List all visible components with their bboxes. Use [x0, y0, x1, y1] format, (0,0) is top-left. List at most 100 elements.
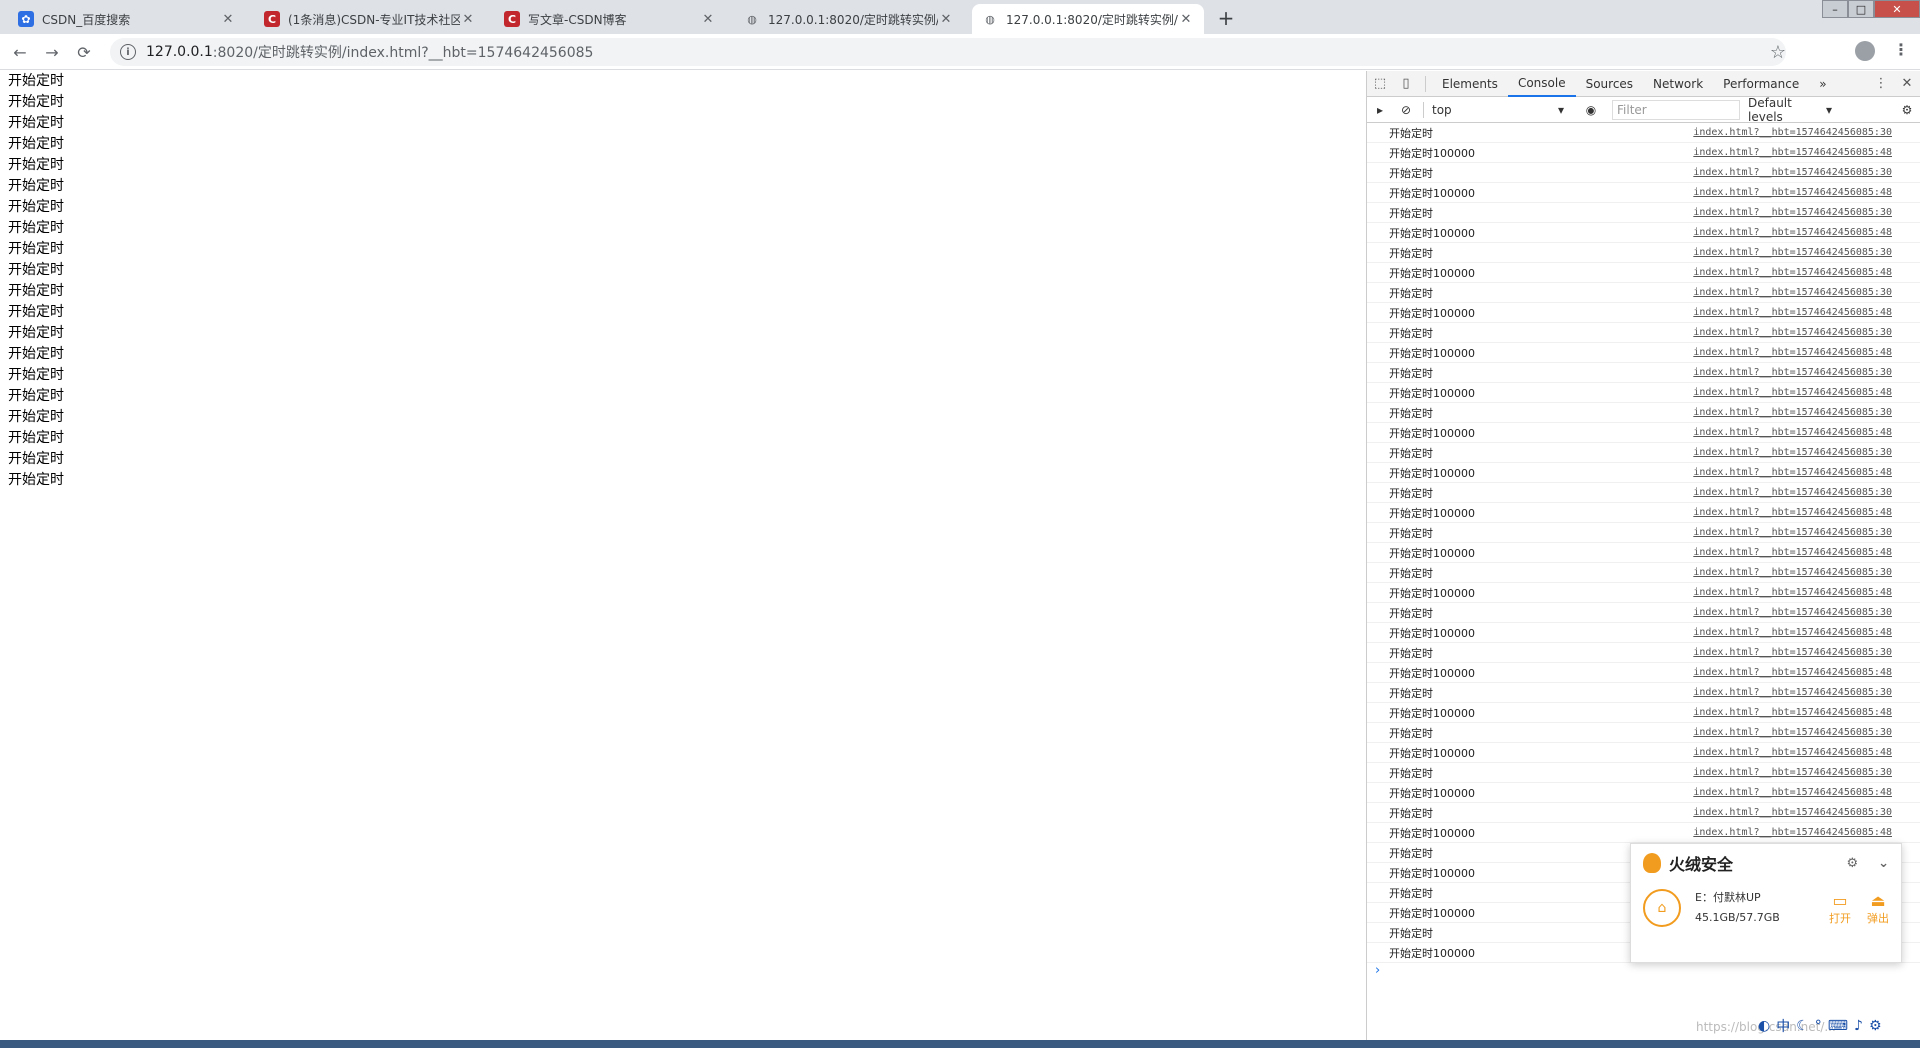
sidebar-toggle-icon[interactable]: ▸ — [1367, 103, 1393, 117]
console-source-link[interactable]: index.html?__hbt=1574642456085:30 — [1693, 367, 1892, 378]
console-source-link[interactable]: index.html?__hbt=1574642456085:48 — [1693, 467, 1892, 478]
console-source-link[interactable]: index.html?__hbt=1574642456085:48 — [1693, 627, 1892, 638]
console-settings-icon[interactable]: ⚙ — [1894, 103, 1920, 117]
console-source-link[interactable]: index.html?__hbt=1574642456085:48 — [1693, 787, 1892, 798]
console-source-link[interactable]: index.html?__hbt=1574642456085:30 — [1693, 247, 1892, 258]
browser-tab[interactable]: C 写文章-CSDN博客 ✕ — [494, 4, 726, 34]
console-source-link[interactable]: index.html?__hbt=1574642456085:30 — [1693, 407, 1892, 418]
console-source-link[interactable]: index.html?__hbt=1574642456085:48 — [1693, 267, 1892, 278]
profile-avatar[interactable] — [1855, 41, 1875, 61]
moon-icon[interactable]: ☾ — [1796, 1018, 1809, 1034]
console-message-text: 开始定时100000 — [1389, 906, 1475, 920]
console-source-link[interactable]: index.html?__hbt=1574642456085:30 — [1693, 167, 1892, 178]
close-tab-icon[interactable]: ✕ — [460, 12, 476, 27]
punctuation-icon[interactable]: ° — [1815, 1018, 1822, 1034]
window-controls: – □ ✕ — [1822, 0, 1920, 18]
console-source-link[interactable]: index.html?__hbt=1574642456085:48 — [1693, 707, 1892, 718]
console-message-text: 开始定时100000 — [1389, 746, 1475, 760]
console-message-text: 开始定时 — [1389, 806, 1433, 820]
console-filter-input[interactable]: Filter — [1612, 99, 1740, 120]
console-source-link[interactable]: index.html?__hbt=1574642456085:48 — [1693, 547, 1892, 558]
eye-icon[interactable]: ◉ — [1576, 103, 1606, 117]
console-source-link[interactable]: index.html?__hbt=1574642456085:30 — [1693, 647, 1892, 658]
console-source-link[interactable]: index.html?__hbt=1574642456085:30 — [1693, 807, 1892, 818]
console-source-link[interactable]: index.html?__hbt=1574642456085:30 — [1693, 527, 1892, 538]
close-tab-icon[interactable]: ✕ — [700, 12, 716, 27]
console-source-link[interactable]: index.html?__hbt=1574642456085:30 — [1693, 727, 1892, 738]
devtools-tab-network[interactable]: Network — [1643, 71, 1713, 97]
eject-drive-button[interactable]: ⏏ 弹出 — [1867, 891, 1889, 926]
context-selector[interactable]: top ▾ — [1428, 100, 1568, 120]
globe-icon: ◍ — [747, 12, 757, 26]
tab-label: (1条消息)CSDN-专业IT技术社区 — [288, 12, 460, 27]
maximize-button[interactable]: □ — [1848, 0, 1874, 18]
console-source-link[interactable]: index.html?__hbt=1574642456085:48 — [1693, 147, 1892, 158]
console-source-link[interactable]: index.html?__hbt=1574642456085:30 — [1693, 687, 1892, 698]
page-text-line: 开始定时 — [8, 451, 64, 467]
console-source-link[interactable]: index.html?__hbt=1574642456085:30 — [1693, 447, 1892, 458]
devtools-menu-icon[interactable]: ⋮ — [1868, 71, 1894, 97]
console-source-link[interactable]: index.html?__hbt=1574642456085:30 — [1693, 287, 1892, 298]
browser-tab[interactable]: ◍ 127.0.0.1:8020/定时跳转实例/in ✕ — [972, 4, 1204, 34]
console-source-link[interactable]: index.html?__hbt=1574642456085:48 — [1693, 827, 1892, 838]
more-tabs-button[interactable]: » — [1809, 71, 1836, 97]
console-message: 开始定时100000 index.html?__hbt=1574642456085… — [1367, 783, 1920, 803]
console-source-link[interactable]: index.html?__hbt=1574642456085:48 — [1693, 187, 1892, 198]
address-bar[interactable]: i 127.0.0.1 :8020/定时跳转实例/index.html?__hb… — [110, 38, 1786, 66]
console-source-link[interactable]: index.html?__hbt=1574642456085:30 — [1693, 607, 1892, 618]
ime-logo-icon[interactable]: ◐ — [1758, 1018, 1770, 1034]
page-text-line: 开始定时 — [8, 472, 64, 488]
chevron-down-icon[interactable]: ⌄ — [1878, 856, 1889, 871]
console-message-text: 开始定时100000 — [1389, 866, 1475, 880]
console-message-text: 开始定时 — [1389, 726, 1433, 740]
keyboard-icon[interactable]: ⌨ — [1828, 1018, 1848, 1034]
reload-icon[interactable]: ⟳ — [72, 40, 96, 64]
minimize-button[interactable]: – — [1822, 0, 1848, 18]
clear-console-icon[interactable]: ⊘ — [1393, 103, 1419, 117]
console-source-link[interactable]: index.html?__hbt=1574642456085:48 — [1693, 427, 1892, 438]
console-source-link[interactable]: index.html?__hbt=1574642456085:48 — [1693, 347, 1892, 358]
console-source-link[interactable]: index.html?__hbt=1574642456085:48 — [1693, 507, 1892, 518]
ime-chinese-icon[interactable]: 中 — [1776, 1016, 1790, 1036]
close-devtools-icon[interactable]: ✕ — [1894, 71, 1920, 97]
log-levels-dropdown[interactable]: Default levels ▾ — [1740, 96, 1840, 124]
console-source-link[interactable]: index.html?__hbt=1574642456085:30 — [1693, 567, 1892, 578]
console-message-text: 开始定时100000 — [1389, 826, 1475, 840]
devtools-tab-elements[interactable]: Elements — [1432, 71, 1508, 97]
browser-tab[interactable]: C (1条消息)CSDN-专业IT技术社区 ✕ — [254, 4, 486, 34]
device-toolbar-icon[interactable]: ▯ — [1393, 71, 1419, 97]
close-window-button[interactable]: ✕ — [1874, 0, 1920, 18]
gear-icon[interactable]: ⚙ — [1846, 856, 1858, 871]
devtools-tab-sources[interactable]: Sources — [1576, 71, 1643, 97]
forward-icon[interactable]: → — [40, 40, 64, 64]
menu-icon[interactable]: ⋮ — [1893, 40, 1909, 59]
open-drive-button[interactable]: ▭ 打开 — [1829, 891, 1851, 926]
settings-icon[interactable]: ⚙ — [1869, 1018, 1882, 1034]
console-source-link[interactable]: index.html?__hbt=1574642456085:30 — [1693, 207, 1892, 218]
console-source-link[interactable]: index.html?__hbt=1574642456085:30 — [1693, 127, 1892, 138]
new-tab-button[interactable]: + — [1212, 4, 1240, 32]
back-icon[interactable]: ← — [8, 40, 32, 64]
console-source-link[interactable]: index.html?__hbt=1574642456085:30 — [1693, 327, 1892, 338]
info-icon[interactable]: i — [120, 44, 136, 60]
console-prompt[interactable]: › — [1367, 963, 1920, 983]
console-source-link[interactable]: index.html?__hbt=1574642456085:30 — [1693, 767, 1892, 778]
console-source-link[interactable]: index.html?__hbt=1574642456085:48 — [1693, 587, 1892, 598]
console-message-text: 开始定时 — [1389, 526, 1433, 540]
inspect-element-icon[interactable]: ⬚ — [1367, 71, 1393, 97]
close-tab-icon[interactable]: ✕ — [220, 12, 236, 27]
console-source-link[interactable]: index.html?__hbt=1574642456085:48 — [1693, 227, 1892, 238]
devtools-tab-performance[interactable]: Performance — [1713, 71, 1809, 97]
browser-tab[interactable]: ◍ 127.0.0.1:8020/定时跳转实例/n ✕ — [734, 4, 964, 34]
microphone-icon[interactable]: ♪ — [1854, 1018, 1863, 1034]
console-source-link[interactable]: index.html?__hbt=1574642456085:48 — [1693, 387, 1892, 398]
close-tab-icon[interactable]: ✕ — [938, 12, 954, 27]
close-tab-icon[interactable]: ✕ — [1178, 12, 1194, 27]
bookmark-star-icon[interactable]: ☆ — [1770, 42, 1786, 63]
browser-tab[interactable]: ✿ CSDN_百度搜索 ✕ — [8, 4, 246, 34]
devtools-tab-console[interactable]: Console — [1507, 71, 1576, 97]
console-source-link[interactable]: index.html?__hbt=1574642456085:48 — [1693, 307, 1892, 318]
console-source-link[interactable]: index.html?__hbt=1574642456085:48 — [1693, 667, 1892, 678]
console-source-link[interactable]: index.html?__hbt=1574642456085:48 — [1693, 747, 1892, 758]
console-source-link[interactable]: index.html?__hbt=1574642456085:30 — [1693, 487, 1892, 498]
